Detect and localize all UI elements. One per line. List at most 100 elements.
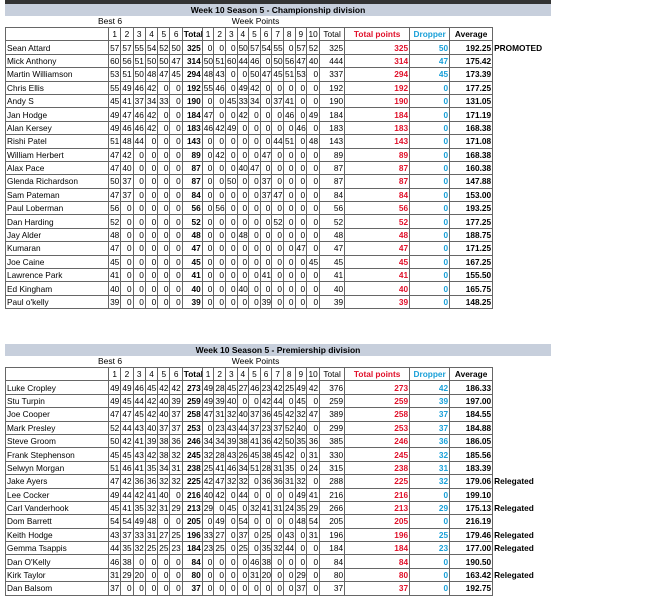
table-row: Carl Vanderhook 45 41 35 32 31 29 213 29 0 45 0 32 41… [5,500,548,516]
week-score: 0 [201,201,215,216]
week-score: 0 [294,294,308,310]
player-name: Dan Balsom [5,581,109,596]
best-total: 246 [181,433,203,449]
week-score: 54 [306,514,321,529]
table-row: Dom Barrett 54 54 49 48 0 0 205 0 49 0 54 0 0 0 0 48 54 20… [5,514,548,529]
status-label [493,242,548,255]
best-score: 32 [144,500,159,516]
week-score: 36 [306,433,321,449]
dropper-value: 0 [409,514,451,529]
week-score: 52 [282,420,296,435]
dropper-value: 0 [409,554,451,569]
week-score: 46 [201,120,215,136]
week-column-header: 1 [201,26,215,42]
total-points: 41 [344,268,411,283]
best-total: 52 [181,214,203,229]
week-score: 27 [236,380,250,395]
week-total: 184 [319,541,346,556]
week-total: 87 [319,174,346,189]
best-score: 0 [132,254,146,270]
week-score: 37 [294,581,308,596]
dropper-value: 37 [409,420,451,435]
week-score: 32 [294,407,308,422]
week-score: 0 [294,93,308,109]
average-value: 167.25 [449,254,494,270]
total-points: 253 [344,420,411,435]
dropper-value: 0 [409,281,451,296]
total-points: 84 [344,554,411,569]
best-score: 29 [169,500,183,516]
week-score: 34 [236,460,250,476]
dropper-value: 0 [409,134,451,149]
best-score: 40 [120,160,134,176]
status-label [493,394,548,407]
week-score: 0 [282,567,296,583]
week-score: 0 [224,281,238,296]
week-score: 49 [236,80,250,95]
week-score: 57 [294,40,308,55]
table-row: Jay Alder 48 0 0 0 0 0 48 0 0 0 48 0 0 0 0 0 0 48 48 0 188.75 [5,227,548,243]
best-score: 0 [120,214,134,229]
week-score: 0 [282,120,296,136]
week-score: 25 [236,541,250,556]
week-score: 0 [248,254,261,270]
table-row: Glenda Richardson 50 37 0 0 0 0 87 0 0 50 0 0 37 0 0 0 0 8… [5,174,548,189]
week-score: 0 [271,567,284,583]
player-name: Ed Kingham [5,281,109,296]
week-score: 49 [201,393,215,409]
status-label [493,515,548,528]
best-score: 0 [144,567,159,583]
best-score: 53 [107,67,122,82]
best-column-header: 3 [132,26,146,42]
best-score: 43 [132,447,146,462]
dropper-value: 0 [409,268,451,283]
best-score: 47 [120,107,134,122]
best-score: 50 [107,174,122,189]
week-total: 47 [319,241,346,256]
week-score: 42 [306,380,321,395]
best-score: 0 [157,187,171,203]
week-score: 0 [248,487,261,502]
table-row: Jan Hodge 49 47 46 42 0 0 184 47 0 0 42 0 0 0 46 0 49 184 1… [5,107,548,122]
week-score: 46 [248,53,261,69]
week-score: 0 [236,67,250,82]
status-label [493,94,548,107]
week-score: 0 [271,120,284,136]
week-score: 0 [282,281,296,296]
best-score: 0 [169,120,183,136]
average-value: 155.50 [449,268,494,283]
average-value: 183.39 [449,460,494,476]
week-score: 0 [248,201,261,216]
dropper-value: 0 [409,214,451,229]
best-total: 41 [181,268,203,283]
week-score: 0 [282,214,296,229]
week-score: 27 [213,527,226,543]
standings-table: 1 2 3 4 5 6 Total 1 2 3 4 5 6 7 8 9 10 Total Total points D… [5,26,548,310]
week-score: 0 [306,201,321,216]
player-name: Alax Pace [5,160,109,176]
best-score: 0 [157,581,171,596]
total-points: 37 [344,581,411,596]
week-score: 57 [248,40,261,55]
status-label [493,269,548,282]
best-score: 25 [169,527,183,543]
total-points: 184 [344,541,411,556]
total-points: 40 [344,281,411,296]
week-score: 56 [213,201,226,216]
week-score: 0 [259,53,273,69]
best-score: 23 [169,541,183,556]
best-score: 0 [132,294,146,310]
week-score: 20 [259,567,273,583]
table-row: Martin Williamson 53 51 50 48 47 45 294 48 43 0 0 50… [5,67,548,82]
best-score: 32 [157,474,171,489]
best-score: 29 [120,567,134,583]
player-name: Selwyn Morgan [5,460,109,476]
week-score: 0 [306,581,321,596]
best-score: 0 [169,254,183,270]
week-column-header: 10 [306,366,321,382]
average-value: 192.25 [449,40,494,55]
best-score: 0 [132,281,146,296]
best-score: 49 [120,380,134,395]
week-score: 0 [213,174,226,189]
status-label [493,408,548,421]
